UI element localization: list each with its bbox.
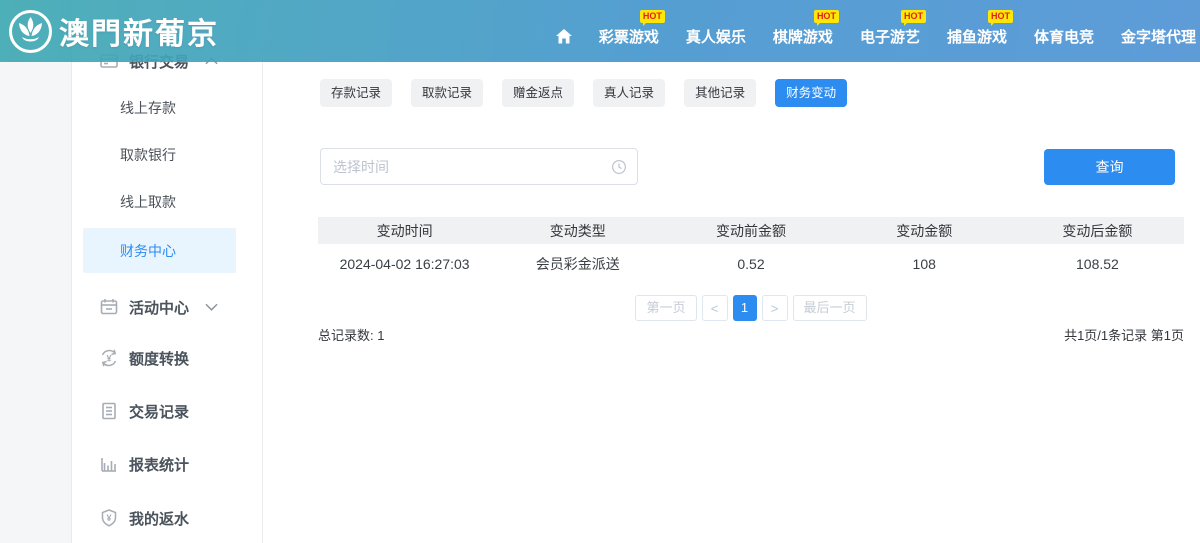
nav-sports-esports[interactable]: 体育电竞: [1034, 26, 1094, 47]
next-page-button[interactable]: >: [762, 295, 788, 321]
sidebar-item-report-statistics[interactable]: 报表统计: [72, 449, 262, 479]
shield-yuan-icon: ¥: [98, 507, 120, 529]
nav-label: 电子游艺: [860, 29, 920, 46]
sidebar-item-my-rebate[interactable]: ¥ 我的返水: [72, 503, 262, 533]
cell-change-amount: 108: [838, 256, 1011, 272]
nav-live-casino[interactable]: 真人娱乐: [686, 26, 746, 47]
main-content: 存款记录 取款记录 赠金返点 真人记录 其他记录 财务变动 查询 变动时间 变动…: [263, 0, 1200, 543]
sidebar-item-finance-center-active[interactable]: 财务中心: [83, 228, 236, 273]
sidebar-item-transaction-records[interactable]: 交易记录: [72, 396, 262, 426]
lotus-logo-icon: [8, 9, 53, 54]
total-records-label: 总记录数: 1: [318, 325, 384, 344]
page-summary-label: 共1页/1条记录 第1页: [1064, 325, 1184, 344]
home-nav-link[interactable]: [556, 29, 572, 44]
nav-board-games[interactable]: 棋牌游戏 HOT: [773, 26, 833, 47]
clock-icon[interactable]: [611, 159, 627, 175]
hot-badge: HOT: [814, 10, 839, 23]
sidebar-item-label: 报表统计: [129, 454, 189, 475]
records-table: 变动时间 变动类型 变动前金额 变动金额 变动后金额 2024-04-02 16…: [318, 217, 1184, 284]
col-amount-after: 变动后金额: [1011, 221, 1184, 241]
col-amount-before: 变动前金额: [664, 221, 837, 241]
sidebar-group-activity[interactable]: 活动中心: [72, 292, 262, 322]
sidebar-item-withdraw-bank[interactable]: 取款银行: [72, 141, 262, 169]
nav-label: 真人娱乐: [686, 29, 746, 46]
tab-bonus-rebate[interactable]: 赠金返点: [502, 79, 574, 107]
nav-pyramid-agent[interactable]: 金字塔代理: [1121, 26, 1196, 47]
nav-fishing-games[interactable]: 捕鱼游戏 HOT: [947, 26, 1007, 47]
nav-label: 金字塔代理: [1121, 29, 1196, 46]
sidebar-item-online-withdraw[interactable]: 线上取款: [72, 188, 262, 216]
home-icon: [556, 29, 572, 44]
col-change-time: 变动时间: [318, 221, 491, 241]
page: 银行交易 线上存款 取款银行 线上取款 财务中心: [0, 0, 1200, 543]
pagination-stats: 总记录数: 1 共1页/1条记录 第1页: [318, 325, 1184, 344]
table-header-row: 变动时间 变动类型 变动前金额 变动金额 变动后金额: [318, 217, 1184, 244]
svg-text:¥: ¥: [106, 354, 111, 364]
svg-text:¥: ¥: [106, 513, 111, 523]
top-header: 澳門新葡京 彩票游戏 HOT 真人娱乐 棋牌游戏 HOT: [0, 0, 1200, 62]
table-row: 2024-04-02 16:27:03 会员彩金派送 0.52 108 108.…: [318, 244, 1184, 284]
sidebar-item-label: 交易记录: [129, 401, 189, 422]
cell-change-time: 2024-04-02 16:27:03: [318, 256, 491, 272]
sidebar-item-online-deposit[interactable]: 线上存款: [72, 94, 262, 122]
nav-label: 棋牌游戏: [773, 29, 833, 46]
cell-amount-before: 0.52: [664, 256, 837, 272]
sidebar-item-quota-transfer[interactable]: ¥ 额度转换: [72, 343, 262, 373]
tab-other-records[interactable]: 其他记录: [684, 79, 756, 107]
bar-chart-icon: [98, 453, 120, 475]
chevron-down-icon: [205, 303, 218, 311]
sidebar-item-label: 线上取款: [120, 192, 176, 212]
sidebar-item-label: 取款银行: [120, 145, 176, 165]
sidebar-item-label: 财务中心: [120, 241, 176, 261]
tab-withdraw-records[interactable]: 取款记录: [411, 79, 483, 107]
hot-badge: HOT: [640, 10, 665, 23]
record-tabs: 存款记录 取款记录 赠金返点 真人记录 其他记录 财务变动: [320, 79, 847, 107]
tab-live-records[interactable]: 真人记录: [593, 79, 665, 107]
sidebar-item-label: 我的返水: [129, 508, 189, 529]
nav-label: 彩票游戏: [599, 29, 659, 46]
brand-name: 澳門新葡京: [59, 9, 219, 53]
first-page-button[interactable]: 第一页: [635, 295, 696, 321]
tab-deposit-records[interactable]: 存款记录: [320, 79, 392, 107]
date-input[interactable]: [321, 159, 611, 175]
date-range-picker[interactable]: [320, 148, 638, 185]
brand-logo[interactable]: 澳門新葡京: [8, 9, 219, 54]
nav-lottery-games[interactable]: 彩票游戏 HOT: [599, 26, 659, 47]
sidebar-group-label: 活动中心: [129, 297, 189, 318]
sidebar-item-label: 额度转换: [129, 348, 189, 369]
calendar-icon: [98, 296, 120, 318]
col-change-type: 变动类型: [491, 221, 664, 241]
sidebar-item-label: 线上存款: [120, 98, 176, 118]
hot-badge: HOT: [901, 10, 926, 23]
document-icon: [98, 400, 120, 422]
sidebar: 银行交易 线上存款 取款银行 线上取款 财务中心: [72, 0, 263, 543]
cell-change-type: 会员彩金派送: [491, 254, 664, 274]
hot-badge: HOT: [988, 10, 1013, 23]
pagination: 第一页 < 1 > 最后一页: [318, 295, 1184, 321]
prev-page-button[interactable]: <: [702, 295, 728, 321]
col-change-amount: 变动金额: [838, 221, 1011, 241]
search-button[interactable]: 查询: [1044, 149, 1175, 185]
transfer-yuan-icon: ¥: [98, 347, 120, 369]
tab-finance-changes[interactable]: 财务变动: [775, 79, 847, 107]
nav-label: 捕鱼游戏: [947, 29, 1007, 46]
nav-label: 体育电竞: [1034, 29, 1094, 46]
last-page-button[interactable]: 最后一页: [793, 295, 867, 321]
left-rail: [0, 0, 72, 543]
main-nav: 彩票游戏 HOT 真人娱乐 棋牌游戏 HOT 电子游艺 HOT 捕鱼游戏 HOT…: [556, 0, 1196, 62]
cell-amount-after: 108.52: [1011, 256, 1184, 272]
nav-slot-games[interactable]: 电子游艺 HOT: [860, 26, 920, 47]
current-page-button[interactable]: 1: [733, 295, 757, 321]
